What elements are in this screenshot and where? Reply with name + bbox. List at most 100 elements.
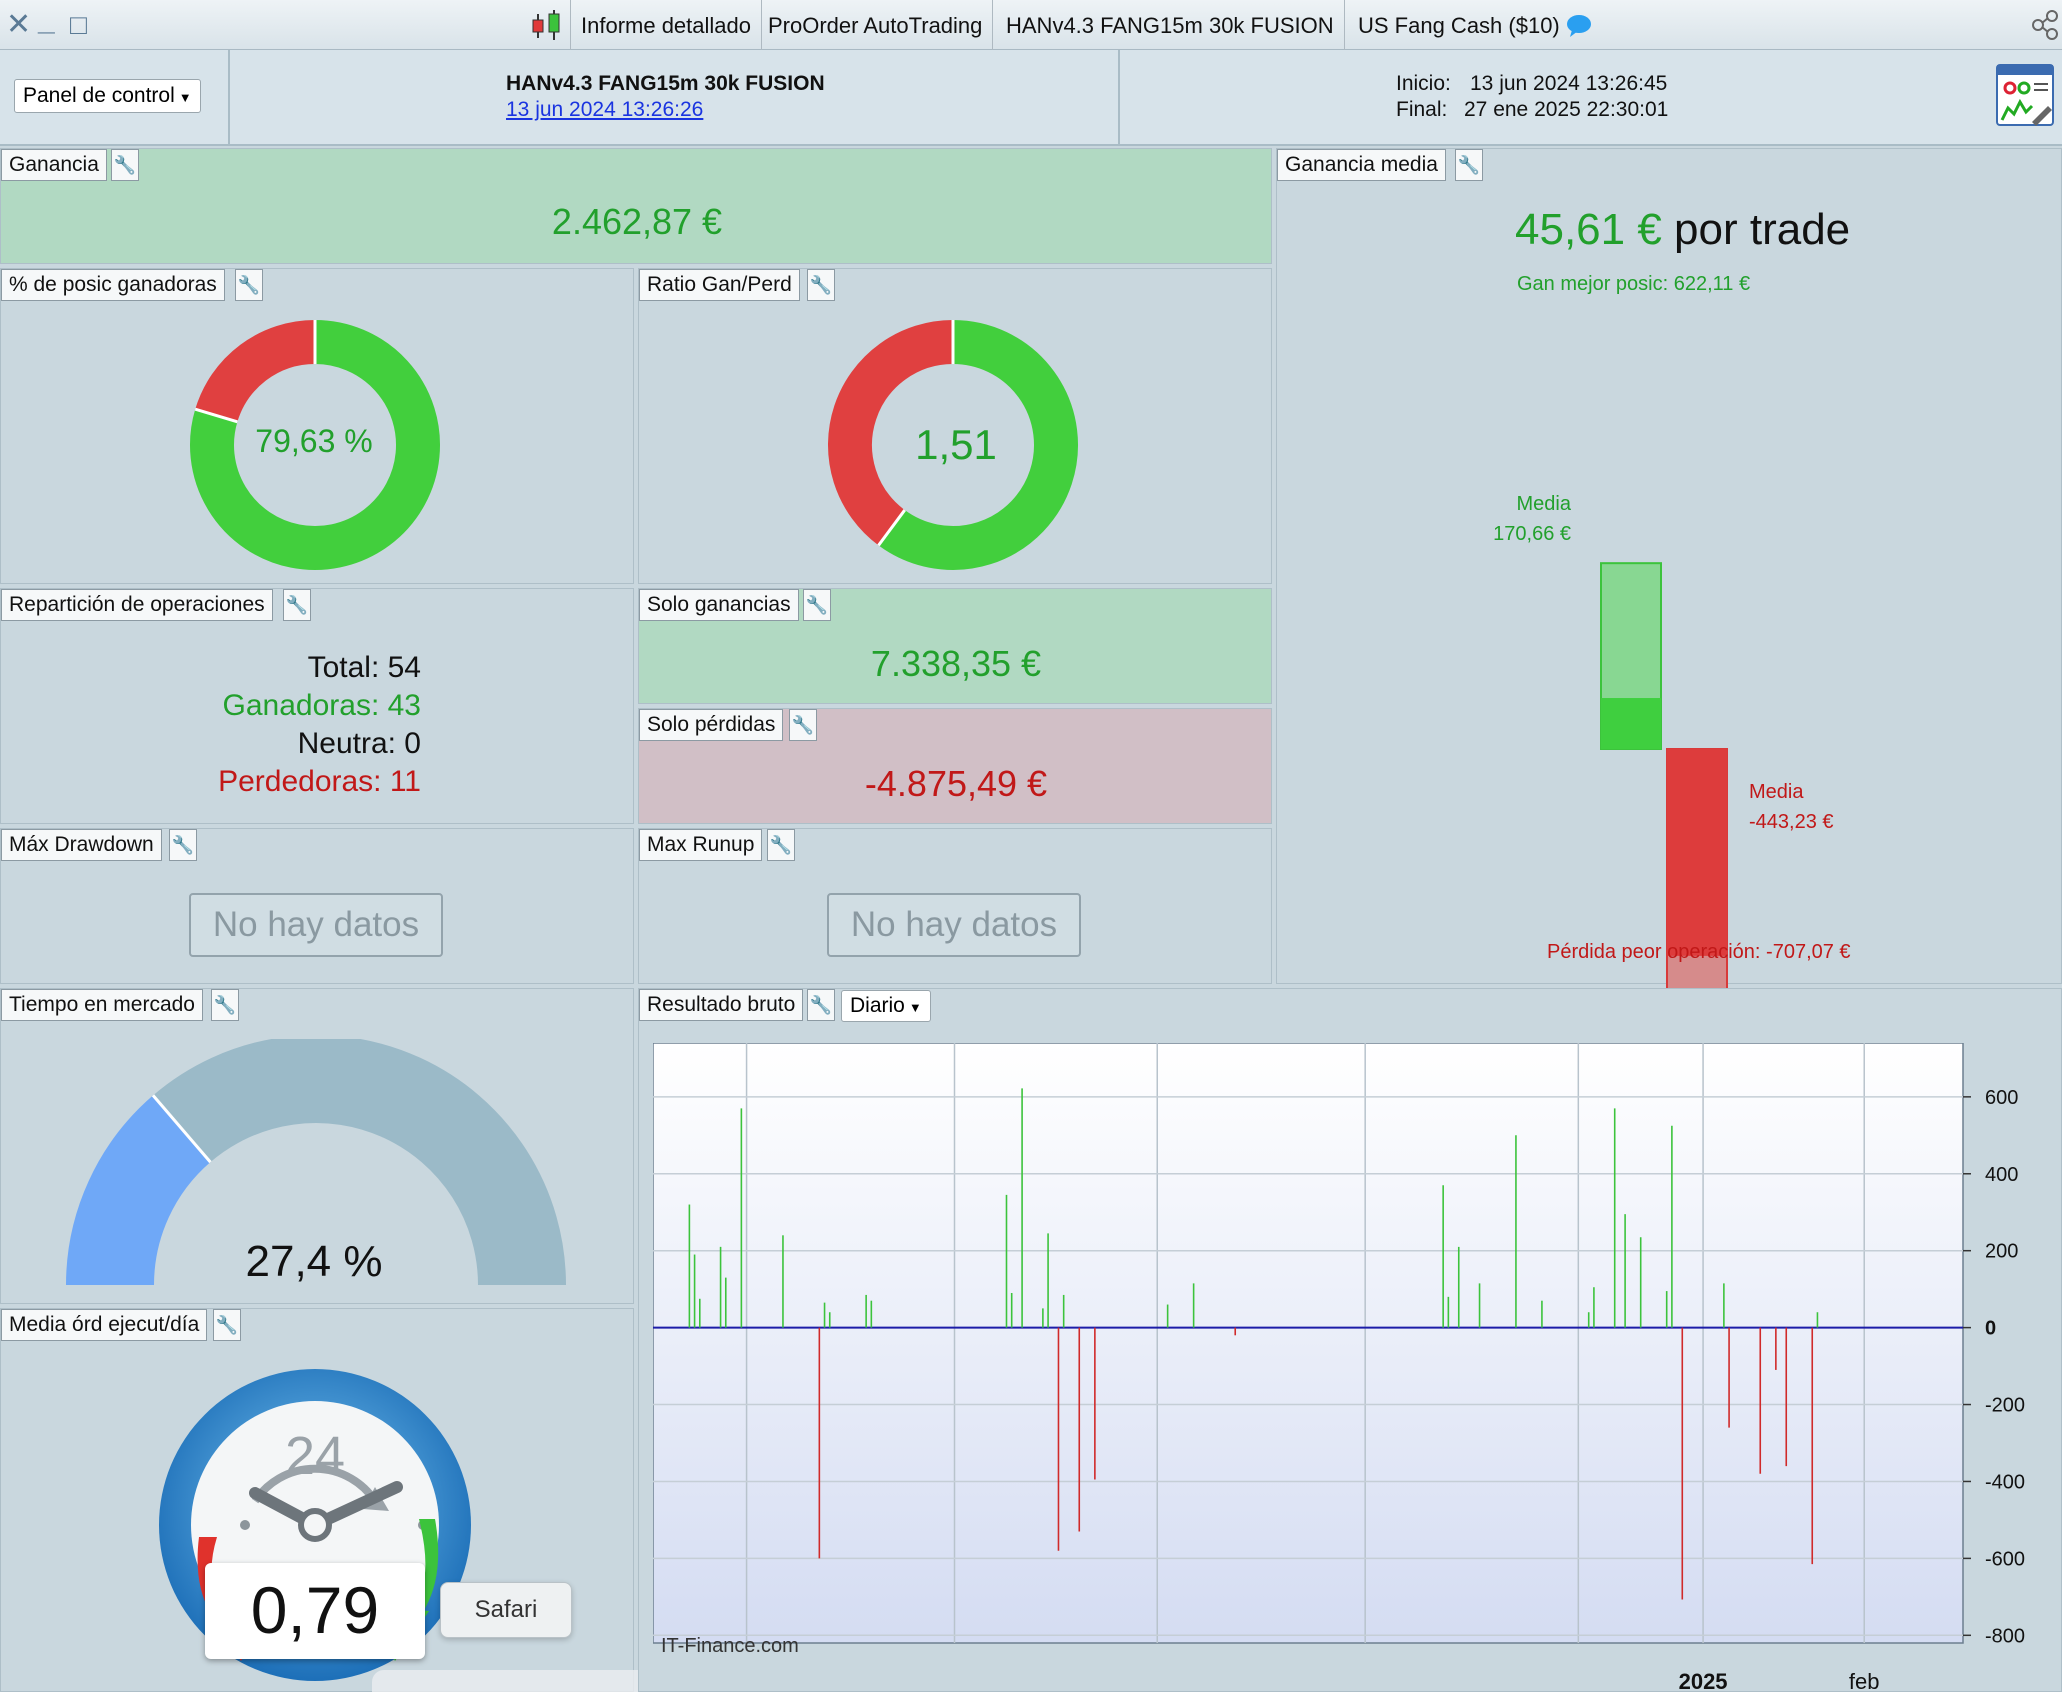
- report-settings-icon[interactable]: [1996, 64, 2056, 130]
- wrench-icon[interactable]: 🔧: [283, 589, 311, 621]
- y-tick-label: -800: [1985, 1625, 2025, 1647]
- tab-instrument[interactable]: US Fang Cash ($10): [1348, 0, 1570, 50]
- ganancia-media-value: 45,61 €: [1515, 205, 1662, 254]
- ganancia-media-panel: Ganancia media 🔧 45,61 € por trade Gan m…: [1276, 148, 2062, 1080]
- ratio-panel: Ratio Gan/Perd 🔧 1,51: [638, 268, 1272, 584]
- period-select-label: Diario: [850, 994, 905, 1017]
- solo-perdidas-title: Solo pérdidas: [639, 709, 784, 741]
- ganancia-value: 2.462,87 €: [551, 201, 723, 242]
- tiempo-mercado-title: Tiempo en mercado: [1, 989, 203, 1021]
- max-runup-title: Max Runup: [639, 829, 763, 861]
- pct-ganadoras-panel: % de posic ganadoras 🔧 79,63 %: [0, 268, 634, 584]
- final-label: Final:: [1396, 98, 1448, 121]
- strategy-name: HANv4.3 FANG15m 30k FUSION: [506, 72, 825, 95]
- clock-icon: 24 0,79: [159, 1369, 471, 1692]
- reparticion-panel: Repartición de operaciones 🔧 Total: 54 G…: [0, 588, 634, 824]
- wrench-icon[interactable]: 🔧: [211, 989, 239, 1021]
- media-ordenes-title: Media órd ejecut/día: [1, 1309, 208, 1341]
- period-select-dropdown[interactable]: Diario ▼: [841, 990, 931, 1022]
- ganancia-media-title: Ganancia media: [1277, 149, 1446, 181]
- final-value: 27 ene 2025 22:30:01: [1464, 98, 1669, 121]
- clock-label: 24: [284, 1426, 346, 1486]
- win-loss-bars: [1600, 562, 1728, 1080]
- wrench-icon[interactable]: 🔧: [235, 269, 263, 301]
- y-tick-label: 400: [1985, 1164, 2018, 1186]
- solo-ganancias-title: Solo ganancias: [639, 589, 799, 621]
- chevron-down-icon: ▼: [178, 90, 192, 105]
- wrench-icon[interactable]: 🔧: [1455, 149, 1483, 181]
- wrench-icon[interactable]: 🔧: [807, 269, 835, 301]
- tab-proorder-autotrading[interactable]: ProOrder AutoTrading: [758, 0, 994, 50]
- reparticion-title: Repartición de operaciones: [1, 589, 273, 621]
- ratio-value: 1,51: [915, 421, 997, 468]
- y-tick-label: 600: [1985, 1087, 2018, 1109]
- max-runup-no-data: No hay datos: [827, 893, 1081, 957]
- inicio-value: 13 jun 2024 13:26:45: [1470, 72, 1668, 95]
- x-tick-label: 2025: [1679, 1669, 1728, 1692]
- wrench-icon[interactable]: 🔧: [213, 1309, 241, 1341]
- max-drawdown-panel: Máx Drawdown 🔧 No hay datos: [0, 828, 634, 984]
- neutral-trades: Neutra: 0: [297, 727, 421, 760]
- win-media-label: Media: [1516, 493, 1571, 515]
- wrench-icon[interactable]: 🔧: [807, 989, 835, 1021]
- worst-trade-label: Pérdida peor operación: -707,07 €: [1547, 941, 1851, 963]
- y-tick-label: -600: [1985, 1548, 2025, 1570]
- ganancia-panel: Ganancia 🔧 2.462,87 €: [0, 148, 1272, 264]
- strategy-header: [0, 50, 2062, 146]
- share-icon[interactable]: [2028, 8, 2062, 42]
- wrench-icon[interactable]: 🔧: [803, 589, 831, 621]
- plot-area: [653, 1043, 1964, 1644]
- losing-trades: Perdedoras: 11: [218, 765, 421, 798]
- strategy-date-link[interactable]: 13 jun 2024 13:26:26: [506, 98, 703, 122]
- loss-media-label: Media: [1749, 781, 1804, 803]
- resultado-bruto-title: Resultado bruto: [639, 989, 804, 1021]
- tiempo-mercado-panel: Tiempo en mercado 🔧 27,4 %: [0, 988, 634, 1304]
- loss-media-value: -443,23 €: [1749, 811, 1834, 833]
- close-icon[interactable]: ✕: [6, 8, 31, 42]
- minimize-icon[interactable]: _: [38, 4, 55, 38]
- max-runup-panel: Max Runup 🔧 No hay datos: [638, 828, 1272, 984]
- panel-select-label: Panel de control: [23, 84, 175, 107]
- wrench-icon[interactable]: 🔧: [767, 829, 795, 861]
- ganancia-title: Ganancia: [1, 149, 107, 181]
- max-drawdown-no-data: No hay datos: [189, 893, 443, 957]
- pct-ganadoras-value: 79,63 %: [255, 423, 373, 459]
- solo-ganancias-panel: Solo ganancias 🔧 7.338,35 €: [638, 588, 1272, 704]
- wrench-icon[interactable]: 🔧: [169, 829, 197, 861]
- win-media-value: 170,66 €: [1493, 523, 1571, 545]
- chat-bubble-icon[interactable]: [1566, 14, 1592, 38]
- donut-loss-arc: [195, 320, 316, 423]
- tab-strategy-name[interactable]: HANv4.3 FANG15m 30k FUSION: [996, 0, 1345, 50]
- divider: [1118, 50, 1120, 146]
- resultado-bruto-chart: 600 400 200 0 -200 -400 -600 -800 2025 feb: [653, 1043, 2025, 1692]
- solo-perdidas-panel: Solo pérdidas 🔧 -4.875,49 €: [638, 708, 1272, 824]
- x-tick-label: feb: [1849, 1669, 1880, 1692]
- tab-informe-detallado[interactable]: Informe detallado: [570, 0, 762, 50]
- winning-trades: Ganadoras: 43: [222, 689, 421, 722]
- media-ordenes-value: 0,79: [205, 1563, 425, 1659]
- resultado-bruto-panel: Resultado bruto 🔧 Diario ▼ 600 400 200 0 -200…: [638, 988, 2062, 1692]
- y-tick-label: -200: [1985, 1395, 2025, 1417]
- reparticion-stats: Total: 54 Ganadoras: 43 Neutra: 0 Perded…: [1, 649, 421, 801]
- inicio-label: Inicio:: [1396, 72, 1451, 95]
- ratio-title: Ratio Gan/Perd: [639, 269, 800, 301]
- wrench-icon[interactable]: 🔧: [789, 709, 817, 741]
- chevron-down-icon: ▼: [908, 1000, 922, 1015]
- y-tick-label: 0: [1985, 1318, 1996, 1340]
- divider: [228, 50, 230, 146]
- y-tick-label: 200: [1985, 1241, 2018, 1263]
- solo-perdidas-value: -4.875,49 €: [864, 763, 1048, 804]
- chart-watermark: IT-Finance.com: [661, 1635, 799, 1657]
- avg-loss-bar: [1667, 749, 1727, 956]
- total-trades: Total: 54: [307, 651, 421, 684]
- tiempo-mercado-value: 27,4 %: [245, 1237, 383, 1286]
- pct-ganadoras-title: % de posic ganadoras: [1, 269, 225, 301]
- wrench-icon[interactable]: 🔧: [111, 149, 139, 181]
- panel-select-dropdown[interactable]: Panel de control ▼: [14, 79, 201, 113]
- ganancia-media-suffix: por trade: [1674, 205, 1851, 254]
- candlestick-icon: [530, 10, 564, 42]
- avg-win-bar: [1601, 698, 1661, 749]
- best-trade-label: Gan mejor posic: 622,11 €: [1517, 273, 1751, 295]
- y-tick-label: -400: [1985, 1471, 2025, 1493]
- maximize-icon[interactable]: □: [70, 8, 87, 42]
